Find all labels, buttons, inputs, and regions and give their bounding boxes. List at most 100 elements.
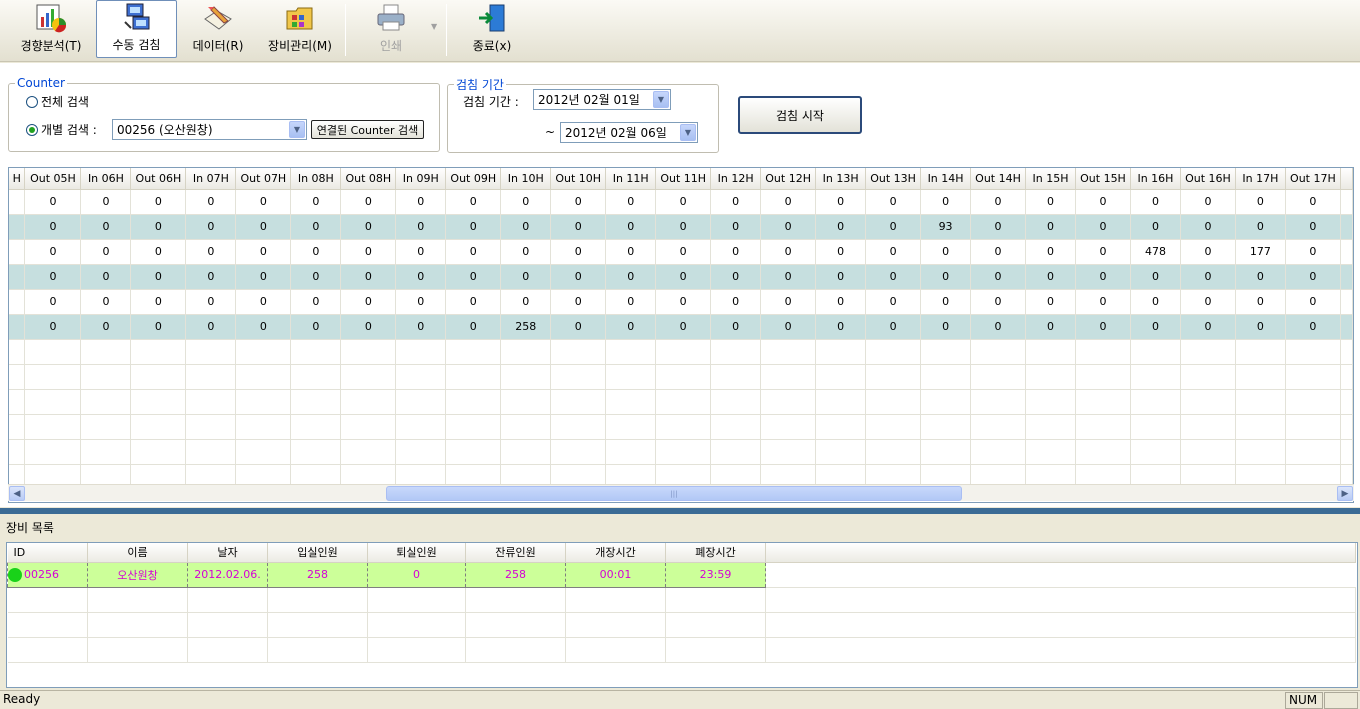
scroll-thumb[interactable]: ||| (386, 486, 962, 501)
column-header[interactable]: In 13H (815, 168, 867, 190)
column-header[interactable]: In 07H (185, 168, 237, 190)
column-header[interactable]: Out 08H (340, 168, 397, 190)
table-row[interactable]: 0000000000000000000000000 (9, 264, 1353, 290)
print-dropdown-arrow-icon[interactable]: ▼ (431, 22, 437, 31)
start-reading-button[interactable]: 검침 시작 (738, 96, 862, 134)
column-header[interactable]: Out 10H (550, 168, 607, 190)
column-header[interactable]: Out 14H (970, 168, 1027, 190)
period-to-select[interactable]: 2012년 02월 06일 ▼ (560, 122, 698, 143)
column-header[interactable]: In 12H (710, 168, 762, 190)
table-cell (235, 414, 292, 440)
table-cell (605, 414, 657, 440)
column-header[interactable]: 개장시간 (565, 543, 666, 563)
table-cell (1340, 339, 1353, 365)
column-header[interactable]: In 15H (1025, 168, 1076, 190)
table-cell (500, 339, 552, 365)
column-header[interactable]: In 08H (290, 168, 342, 190)
horizontal-scrollbar[interactable]: ◀ ||| ▶ (8, 484, 1354, 501)
scroll-left-icon[interactable]: ◀ (9, 486, 25, 501)
column-header[interactable]: In 17H (1235, 168, 1286, 190)
chevron-down-icon[interactable]: ▼ (289, 121, 305, 138)
column-header[interactable]: Out 05H (24, 168, 82, 190)
table-row[interactable] (9, 339, 1353, 365)
trend-analysis-button[interactable]: 경향분석(T) (8, 0, 94, 58)
column-header[interactable]: 잔류인원 (465, 543, 566, 563)
column-header[interactable]: Out 09H (445, 168, 502, 190)
column-header[interactable]: In 09H (395, 168, 447, 190)
table-cell: 0 (1180, 214, 1236, 240)
equipment-grid[interactable]: ID 이름 날자 입실인원 퇴실인원 잔류인원 개장시간 폐장시간 00256 오산원창 2012… (6, 542, 1358, 688)
column-header[interactable] (1340, 168, 1353, 190)
column-header[interactable]: 입실인원 (267, 543, 368, 563)
table-row[interactable]: 0 0 0 0 0 0 0 0 0 0 0 0 0 0 0 0 0 0 0 0 0 478 0 177 0 (9, 239, 1353, 265)
table-row[interactable]: 0 0 0 0 0 0 0 0 0 0 0 0 0 0 0 0 0 93 0 0 0 0 0 0 0 (9, 214, 1353, 240)
table-row[interactable] (9, 414, 1353, 440)
list-item[interactable] (7, 587, 1356, 613)
column-header[interactable]: Out 13H (865, 168, 922, 190)
column-header[interactable]: Out 15H (1075, 168, 1131, 190)
column-header[interactable]: 날자 (187, 543, 268, 563)
splitter-bar[interactable] (0, 508, 1360, 514)
list-item[interactable] (7, 637, 1356, 663)
manual-read-button[interactable]: 수동 검침 (96, 0, 177, 58)
column-header[interactable]: H (9, 168, 26, 190)
column-header[interactable]: ID (7, 543, 88, 563)
exit-button[interactable]: 종료(x) (456, 0, 528, 58)
table-cell (9, 289, 26, 315)
column-header[interactable]: In 16H (1130, 168, 1181, 190)
table-cell: 0 (605, 239, 657, 265)
column-header[interactable]: In 10H (500, 168, 552, 190)
table-cell: 0 (24, 264, 82, 290)
list-item[interactable] (7, 612, 1356, 638)
print-button[interactable]: 인쇄 (356, 0, 426, 58)
period-tilde: ~ (545, 125, 556, 139)
table-cell (465, 612, 566, 638)
column-header[interactable]: Out 06H (130, 168, 187, 190)
column-header[interactable]: In 14H (920, 168, 972, 190)
table-cell: 0 (500, 239, 552, 265)
period-from-select[interactable]: 2012년 02월 01일 ▼ (533, 89, 671, 110)
table-row[interactable] (9, 389, 1353, 415)
table-row[interactable] (9, 439, 1353, 465)
toolbar-separator (345, 4, 346, 56)
all-search-radio[interactable]: 전체 검색 (26, 93, 89, 110)
table-cell: 0 (655, 239, 712, 265)
table-cell: 0 (24, 214, 82, 240)
list-item[interactable]: 00256 오산원창 2012.02.06. 258 0 258 00:01 23:59 (7, 561, 1356, 588)
column-header[interactable]: 이름 (87, 543, 188, 563)
chevron-down-icon[interactable]: ▼ (680, 124, 696, 141)
column-header[interactable]: Out 12H (760, 168, 817, 190)
table-cell: 0 (1180, 314, 1236, 340)
table-row[interactable] (9, 364, 1353, 390)
column-header[interactable]: Out 16H (1180, 168, 1236, 190)
equipment-manage-button[interactable]: 장비관리(M) (258, 0, 342, 58)
column-header[interactable]: 폐장시간 (665, 543, 766, 563)
scroll-right-icon[interactable]: ▶ (1337, 486, 1353, 501)
table-cell (395, 389, 447, 415)
table-cell (445, 339, 502, 365)
linked-counter-search-button[interactable]: 연결된 Counter 검색 (311, 120, 424, 139)
device-select[interactable]: 00256 (오산원창) ▼ (112, 119, 307, 140)
table-row[interactable]: 0000000000000000000000000 (9, 289, 1353, 315)
table-cell (865, 439, 922, 465)
period-from-value: 2012년 02월 01일 (538, 93, 640, 107)
individual-search-radio[interactable]: 개별 검색 : (26, 121, 97, 138)
table-cell (1180, 439, 1236, 465)
table-cell (185, 339, 237, 365)
chevron-down-icon[interactable]: ▼ (653, 91, 669, 108)
table-cell (550, 389, 607, 415)
column-header[interactable]: In 11H (605, 168, 657, 190)
table-cell (235, 339, 292, 365)
hourly-data-grid[interactable]: H Out 05H In 06H Out 06H In 07H Out 07H In 08H… (8, 167, 1354, 503)
column-header[interactable]: Out 17H (1285, 168, 1341, 190)
table-row[interactable]: 0 0 0 0 0 0 0 0 0 258 0 0 0 0 0 0 0 0 0 0 0 0 0 0 0 (9, 314, 1353, 340)
column-header[interactable]: 퇴실인원 (367, 543, 466, 563)
column-header[interactable]: Out 07H (235, 168, 292, 190)
column-header[interactable]: Out 11H (655, 168, 712, 190)
table-cell (550, 439, 607, 465)
table-cell: 0 (185, 264, 237, 290)
data-button[interactable]: 데이터(R) (180, 0, 256, 58)
column-header[interactable]: In 06H (80, 168, 132, 190)
table-row[interactable]: 0000000000000000000000000 (9, 189, 1353, 215)
table-cell: 0 (130, 264, 187, 290)
